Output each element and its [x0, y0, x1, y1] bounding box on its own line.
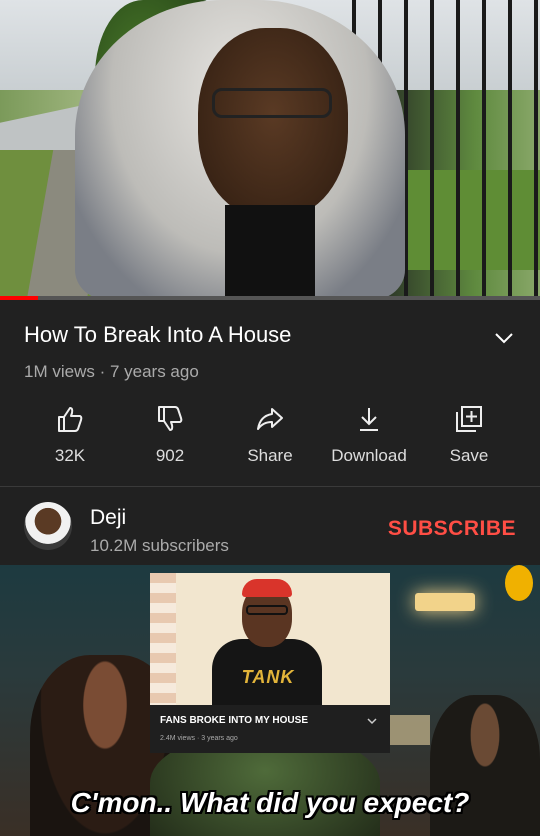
save-button[interactable]: Save — [419, 400, 519, 480]
save-playlist-icon — [456, 406, 482, 432]
action-row: 32K 902 Share Download Save — [0, 400, 540, 480]
meme-card-thumbnail: TANK — [150, 573, 390, 705]
meme-ceiling-light — [415, 593, 475, 611]
divider — [0, 486, 540, 487]
video-frame-person-face — [198, 28, 348, 218]
video-progress-fill — [0, 296, 38, 300]
chevron-down-icon — [367, 718, 377, 725]
meme-caption: C'mon.. What did you expect? — [70, 787, 470, 818]
meme-card-meta: 2.4M views · 3 years ago — [160, 735, 238, 742]
video-frame-glasses — [212, 88, 332, 118]
download-icon — [360, 408, 378, 431]
video-progress-bar[interactable] — [0, 296, 540, 300]
channel-row[interactable]: Deji 10.2M subscribers SUBSCRIBE — [0, 490, 540, 564]
like-button[interactable]: 32K — [20, 400, 120, 480]
download-button[interactable]: Download — [319, 400, 419, 480]
chevron-down-icon[interactable] — [492, 326, 516, 350]
share-button[interactable]: Share — [220, 400, 320, 480]
meme-badge — [505, 565, 533, 601]
thumbnail-glasses — [246, 605, 288, 615]
video-frame-shirt — [225, 205, 315, 300]
meme-video-card: TANK FANS BROKE INTO MY HOUSE 2.4M views… — [150, 573, 390, 753]
like-count: 32K — [54, 446, 86, 465]
share-label: Share — [247, 446, 293, 465]
video-player[interactable] — [0, 0, 540, 300]
subscribe-button[interactable]: SUBSCRIBE — [388, 517, 516, 541]
download-label: Download — [331, 446, 407, 465]
video-meta: 1M views · 7 years ago — [24, 362, 199, 381]
share-icon — [257, 408, 283, 430]
channel-subscriber-count: 10.2M subscribers — [90, 536, 229, 555]
video-title: How To Break Into A House — [24, 322, 292, 347]
thumbs-down-icon — [158, 406, 183, 431]
dislike-button[interactable]: 902 — [120, 400, 220, 480]
thumbnail-cap — [242, 579, 292, 597]
meme-card-title: FANS BROKE INTO MY HOUSE — [160, 715, 308, 726]
channel-avatar[interactable] — [24, 502, 72, 550]
meme-image: TANK FANS BROKE INTO MY HOUSE 2.4M views… — [0, 565, 540, 836]
thumbs-up-icon — [58, 407, 83, 432]
thumbnail-shirt-logo: TANK — [241, 667, 295, 687]
channel-name[interactable]: Deji — [90, 506, 126, 530]
thumbnail-stripe — [150, 573, 176, 705]
dislike-count: 902 — [155, 446, 185, 465]
save-label: Save — [449, 446, 489, 465]
